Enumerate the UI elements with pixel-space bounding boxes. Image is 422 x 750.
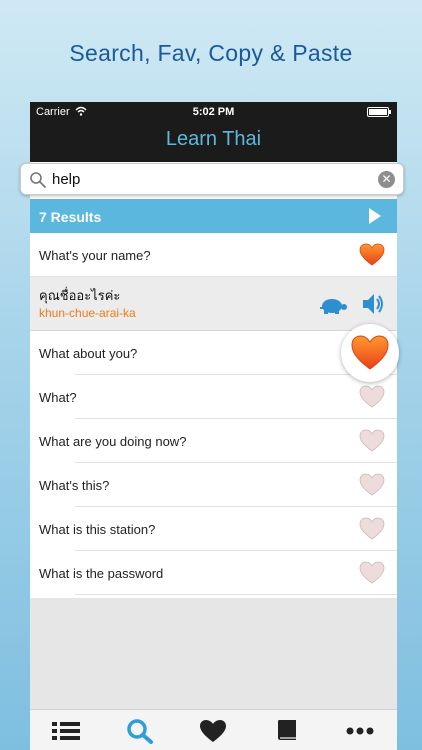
search-icon xyxy=(30,172,46,188)
results-header[interactable]: 7 Results xyxy=(30,199,397,233)
play-icon[interactable] xyxy=(369,208,381,224)
tab-bar xyxy=(30,709,397,750)
heart-outline-icon[interactable] xyxy=(359,517,385,541)
list-item[interactable]: What's this? xyxy=(30,463,397,507)
phrase-text: What's your name? xyxy=(39,248,151,263)
heart-outline-icon[interactable] xyxy=(359,473,385,497)
list-item[interactable]: What are you doing now? xyxy=(30,419,397,463)
search-bar[interactable]: help ✕ xyxy=(20,163,404,195)
list-item[interactable]: What? xyxy=(30,375,397,419)
romanized-text: khun-chue-arai-ka xyxy=(39,306,136,320)
phrase-text: What about you? xyxy=(39,346,138,361)
speaker-icon[interactable] xyxy=(360,291,386,317)
list-item[interactable]: What is the password xyxy=(30,551,397,595)
list-item[interactable]: What is this station? xyxy=(30,507,397,551)
list-item[interactable]: What's your name? xyxy=(30,233,397,277)
favorite-button[interactable] xyxy=(341,324,399,382)
battery-icon xyxy=(367,107,391,117)
heart-outline-icon[interactable] xyxy=(359,561,385,585)
app-title: Learn Thai xyxy=(165,128,262,150)
search-input[interactable]: help xyxy=(52,171,80,188)
clear-icon[interactable]: ✕ xyxy=(378,171,395,188)
thai-text: คุณชื่ออะไรค่ะ xyxy=(39,288,121,303)
status-time: 5:02 PM xyxy=(192,106,235,118)
search-icon[interactable] xyxy=(124,718,156,744)
turtle-icon[interactable] xyxy=(318,295,348,315)
phrase-text: What? xyxy=(39,390,77,405)
results-count: 7 Results xyxy=(39,209,102,225)
heart-outline-icon[interactable] xyxy=(359,385,385,409)
phrase-list: What's your name? คุณชื่ออะไรค่ะ khun-ch… xyxy=(30,233,397,595)
phrase-text: What is the password xyxy=(39,566,164,581)
heart-icon xyxy=(351,335,389,370)
list-empty-area xyxy=(30,598,397,713)
heart-icon[interactable] xyxy=(197,718,229,744)
phrase-text: What's this? xyxy=(39,478,110,493)
headline: Search, Fav, Copy & Paste xyxy=(69,40,353,66)
list-icon[interactable] xyxy=(50,718,82,744)
phrase-text: What is this station? xyxy=(39,522,156,537)
book-icon[interactable] xyxy=(271,718,303,744)
phrase-detail[interactable]: คุณชื่ออะไรค่ะ khun-chue-arai-ka xyxy=(30,277,397,331)
heart-icon[interactable] xyxy=(359,243,385,267)
nav-bar: Learn Thai xyxy=(30,122,397,162)
status-bar: Carrier 5:02 PM xyxy=(30,102,397,122)
phrase-text: What are you doing now? xyxy=(39,434,187,449)
phone-screen: Carrier 5:02 PM Learn Thai 7 Results Wha… xyxy=(30,102,397,750)
more-icon[interactable] xyxy=(344,718,376,744)
heart-outline-icon[interactable] xyxy=(359,429,385,453)
